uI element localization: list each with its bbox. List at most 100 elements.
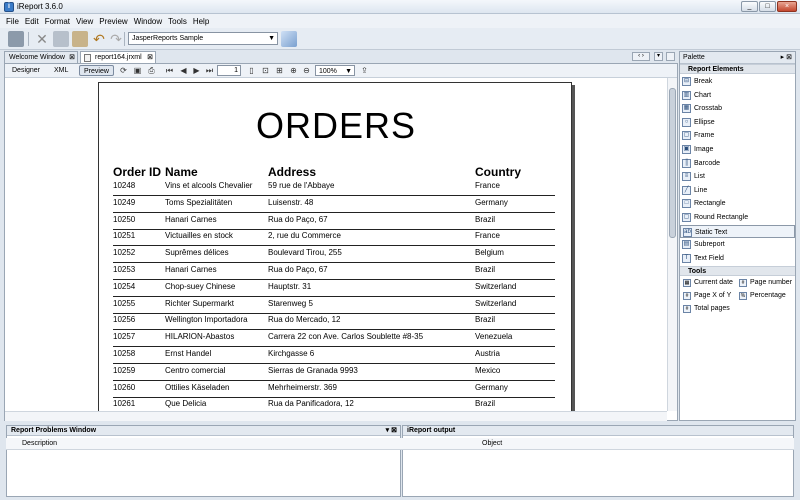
palette-item-text-field[interactable]: T Text Field [680, 252, 795, 265]
print-icon[interactable]: ⎙ [147, 66, 156, 75]
close-tab-icon[interactable]: ⊠ [69, 52, 75, 63]
tab-welcome-window[interactable]: Welcome Window ⊠ [4, 51, 78, 63]
zoom-out-icon[interactable]: ⊖ [302, 66, 311, 75]
save-icon[interactable]: ▣ [133, 66, 142, 75]
menu-edit[interactable]: Edit [25, 17, 39, 26]
first-page-icon[interactable]: ⏮ [165, 66, 174, 75]
menu-tools[interactable]: Tools [168, 17, 187, 26]
problems-header: Report Problems Window ▾ ⊠ [7, 426, 400, 436]
name-cell: Suprêmes délices [165, 248, 229, 258]
palette-header: Palette ▸ ⊠ [680, 52, 795, 64]
palette-item-ellipse[interactable]: ○ Ellipse [680, 116, 795, 129]
menu-file[interactable]: File [6, 17, 19, 26]
preview-tab[interactable]: Preview [79, 65, 114, 76]
redo-icon[interactable]: ↷ [108, 31, 124, 47]
next-page-icon[interactable]: ▶ [192, 66, 201, 75]
description-column-header[interactable]: Description [22, 440, 57, 447]
window-title: iReport 3.6.0 [17, 2, 63, 11]
menu-format[interactable]: Format [45, 17, 70, 26]
country-cell: France [475, 181, 500, 190]
scroll-tabs-icon[interactable]: ‹ › [632, 52, 650, 61]
country-cell: Germany [475, 197, 508, 207]
last-page-icon[interactable]: ⏭ [205, 66, 214, 75]
maximize-button[interactable]: □ [759, 1, 776, 12]
reload-icon[interactable]: ⟳ [119, 66, 128, 75]
section-tools[interactable]: Tools [680, 266, 795, 276]
tool-item-total-pages[interactable]: # Total pages [682, 303, 739, 315]
palette-item-chart[interactable]: ▥ Chart [680, 89, 795, 102]
list-icon: ≡ [682, 172, 691, 182]
output-header: iReport output [403, 426, 793, 436]
palette-item-barcode[interactable]: ║ Barcode [680, 157, 795, 170]
palette-item-frame[interactable]: ▢ Frame [680, 129, 795, 142]
fit-page-icon[interactable]: ⊡ [261, 66, 270, 75]
page-x-of-y-icon: # [683, 292, 691, 300]
undo-icon[interactable]: ↶ [91, 31, 107, 47]
subreport-icon: ▤ [682, 240, 691, 250]
order-id-cell: 10249 [113, 197, 136, 207]
table-row: 10248 Vins et alcools Chevalier 59 rue de … [113, 179, 555, 196]
name-cell: Toms Spezialitäten [165, 197, 233, 207]
section-report-elements[interactable]: Report Elements [680, 64, 795, 74]
title-bar: i iReport 3.6.0 _ □ × [0, 0, 800, 14]
maximize-editor-icon[interactable] [666, 52, 675, 61]
palette-item-subreport[interactable]: ▤ Subreport [680, 238, 795, 251]
minimize-button[interactable]: _ [741, 1, 758, 12]
close-button[interactable]: × [777, 1, 797, 12]
menu-view[interactable]: View [76, 17, 93, 26]
column-header-address: Address [268, 165, 317, 179]
horizontal-scrollbar[interactable] [5, 411, 667, 421]
palette-item-crosstab[interactable]: ▦ Crosstab [680, 102, 795, 115]
table-row: 10252 Suprêmes délices Boulevard Tirou, 25… [113, 246, 555, 264]
palette-item-image[interactable]: ▣ Image [680, 143, 795, 156]
cut-icon[interactable]: ✕ [34, 31, 50, 47]
previous-page-icon[interactable]: ◀ [179, 66, 188, 75]
vertical-scrollbar[interactable] [667, 78, 677, 411]
chart-icon: ▥ [682, 90, 691, 100]
save-all-icon[interactable] [8, 31, 24, 47]
tool-item-percentage[interactable]: % Percentage [738, 290, 795, 302]
menu-preview[interactable]: Preview [99, 17, 127, 26]
tab-report[interactable]: report164.jrxml ⊠ [80, 51, 156, 63]
palette-item-label: Image [694, 146, 714, 153]
tab-list-icon[interactable]: ▾ [654, 52, 663, 61]
palette-item-rectangle[interactable]: □ Rectangle [680, 197, 795, 210]
palette-item-list[interactable]: ≡ List [680, 170, 795, 183]
country-cell: Mexico [475, 365, 501, 375]
datasource-select[interactable]: JasperReports Sample ▼ [128, 32, 278, 45]
tool-item-page-number[interactable]: # Page number [738, 277, 795, 289]
designer-tab[interactable]: Designer [8, 65, 44, 76]
zoom-select[interactable]: 100% ▼ [315, 65, 355, 76]
country-cell: Brazil [475, 315, 496, 325]
paste-icon[interactable] [72, 31, 88, 47]
palette-item-label: Barcode [694, 159, 721, 167]
scrollbar-thumb[interactable] [669, 88, 676, 238]
report-editor: Designer XML Preview ⟳ ▣ ⎙ ⏮ ◀ ▶ ⏭ 1 ▯ ⊡… [4, 63, 678, 421]
actual-size-icon[interactable]: ▯ [247, 66, 256, 75]
menu-window[interactable]: Window [134, 17, 162, 26]
page-number-input[interactable]: 1 [217, 65, 241, 76]
zoom-in-icon[interactable]: ⊕ [289, 66, 298, 75]
country-cell: Switzerland [475, 281, 517, 291]
palette-item-round-rectangle[interactable]: ▢ Round Rectangle [680, 211, 795, 224]
page-number-icon: # [739, 279, 747, 287]
close-panel-icon[interactable]: ▾ ⊠ [386, 426, 397, 436]
column-header-name: Name [165, 165, 198, 179]
object-column-header[interactable]: Object [482, 440, 502, 447]
palette-item-break[interactable]: ⊟ Break [680, 75, 795, 88]
palette-item-label: Text Field [694, 254, 724, 262]
close-tab-icon[interactable]: ⊠ [147, 52, 153, 63]
palette-item-line[interactable]: ╱ Line [680, 184, 795, 197]
ellipse-icon: ○ [682, 117, 691, 127]
export-icon[interactable]: ⇪ [360, 66, 369, 75]
fit-width-icon[interactable]: ⊞ [275, 66, 284, 75]
close-panel-icon[interactable]: ▸ ⊠ [781, 52, 792, 64]
column-header-country: Country [475, 165, 521, 179]
tool-item-current-date[interactable]: ▦ Current date [682, 277, 739, 289]
xml-tab[interactable]: XML [50, 65, 72, 76]
tool-item-page-x-of-y[interactable]: # Page X of Y [682, 290, 739, 302]
copy-icon[interactable] [53, 31, 69, 47]
palette-item-static-text[interactable]: ab Static Text [680, 224, 795, 238]
datasource-wizard-icon[interactable] [281, 31, 297, 47]
menu-help[interactable]: Help [193, 17, 209, 26]
